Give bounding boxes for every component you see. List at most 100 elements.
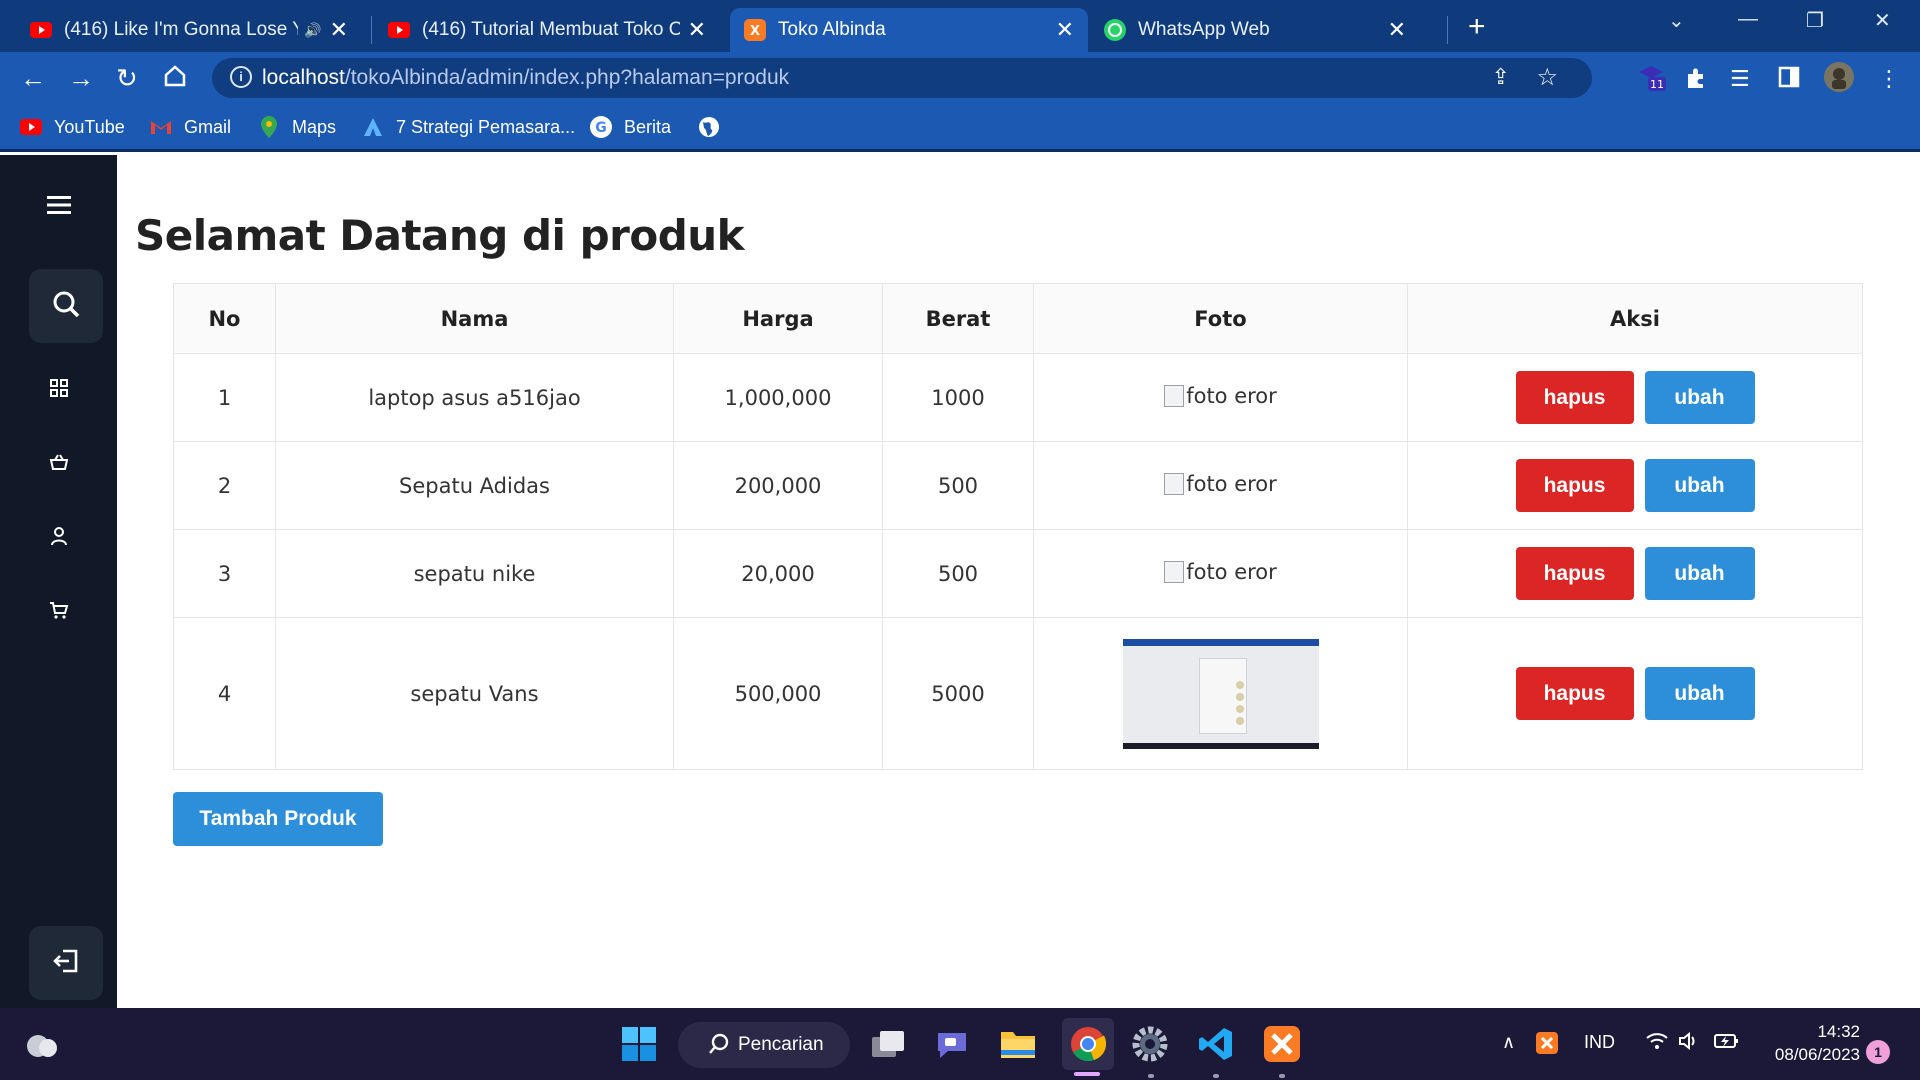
bookmark-gmail[interactable]: Gmail [150,116,231,138]
forward-icon[interactable]: → [68,64,94,92]
edit-button[interactable]: ubah [1644,667,1755,720]
youtube-icon [30,19,52,41]
volume-icon[interactable] [1678,1031,1700,1055]
broken-image: foto eror [1164,560,1277,584]
back-icon[interactable]: ← [20,64,46,92]
tab-youtube-1[interactable]: (416) Like I'm Gonna Lose Yo 🔊 ✕ [16,8,362,52]
cell-berat: 500 [882,441,1034,530]
address-bar[interactable]: i localhost/tokoAlbinda/admin/index.php?… [212,58,1592,98]
table-row: 3 sepatu nike 20,000 500 foto eror hapus… [173,529,1863,618]
cell-nama: sepatu nike [275,529,674,618]
teams-chat-icon[interactable] [930,1022,974,1066]
language-indicator[interactable]: IND [1584,1032,1615,1053]
cell-nama: sepatu Vans [275,617,674,770]
tray-xampp-icon[interactable] [1536,1032,1558,1059]
start-windows-icon[interactable] [617,1022,661,1066]
tab-separator [371,16,372,44]
xampp-icon[interactable] [1260,1022,1304,1066]
minimize-icon[interactable]: — [1738,8,1758,31]
notification-badge[interactable]: 1 [1866,1040,1890,1064]
cart-icon[interactable] [0,595,117,625]
close-tab-icon[interactable]: ✕ [1388,17,1406,43]
image-alt-text: foto eror [1186,383,1277,408]
cell-no: 3 [173,529,276,618]
system-clock[interactable]: 14:32 08/06/2023 [1752,1020,1860,1066]
youtube-icon [20,116,42,138]
battery-charging-icon[interactable] [1714,1032,1740,1055]
basket-icon[interactable] [0,447,117,477]
taskbar-search[interactable]: Pencarian [678,1022,850,1068]
bookmark-globe[interactable] [698,116,732,138]
close-tab-icon[interactable]: ✕ [688,17,706,43]
main-content: Selamat Datang di produk No Nama Harga B… [117,155,1920,1008]
share-icon[interactable]: ⇪ [1492,64,1510,90]
edit-button[interactable]: ubah [1644,371,1755,424]
tray-chevron-up-icon[interactable]: ∧ [1502,1032,1515,1053]
grid-icon[interactable] [0,373,117,403]
vscode-icon[interactable] [1194,1022,1238,1066]
tab-youtube-2[interactable]: (416) Tutorial Membuat Toko Onl ✕ [374,8,720,52]
table-header-row: No Nama Harga Berat Foto Aksi [173,283,1863,354]
delete-button[interactable]: hapus [1515,667,1634,720]
url-host: localhost [262,66,345,89]
cell-foto: foto eror [1033,529,1408,618]
edit-button[interactable]: ubah [1644,459,1755,512]
whatsapp-icon [1104,19,1126,41]
cell-nama: Sepatu Adidas [275,441,674,530]
tab-toko-albinda[interactable]: X Toko Albinda ✕ [730,8,1088,52]
url-path: /tokoAlbinda/admin/index.php?halaman=pro… [344,66,790,89]
bookmark-star-icon[interactable]: ☆ [1536,63,1558,92]
column-header-harga: Harga [673,283,883,354]
close-tab-icon[interactable]: ✕ [330,17,348,43]
tab-strip: (416) Like I'm Gonna Lose Yo 🔊 ✕ (416) T… [0,0,1920,52]
tab-whatsapp[interactable]: WhatsApp Web ✕ [1090,8,1420,52]
cell-harga: 1,000,000 [673,353,883,442]
svg-text:G: G [595,120,607,136]
windows-taskbar: Pencarian ∧ IND 14:32 08/06/2023 1 [0,1008,1920,1080]
weather-icon[interactable] [20,1022,64,1066]
user-icon[interactable] [0,521,117,551]
wifi-icon[interactable] [1646,1032,1668,1055]
bookmark-youtube[interactable]: YouTube [20,116,125,138]
search-button[interactable] [29,269,103,343]
media-queue-icon[interactable]: ☰ [1730,66,1750,92]
extension-profile-icon[interactable]: 11 [1636,62,1666,98]
add-product-button[interactable]: Tambah Produk [173,792,383,846]
new-tab-button[interactable]: + [1468,10,1486,44]
menu-icon[interactable] [0,185,117,225]
home-icon[interactable] [164,64,186,93]
speaker-icon[interactable]: 🔊 [304,22,321,39]
logout-button[interactable] [29,926,103,1000]
table-row: 2 Sepatu Adidas 200,000 500 foto eror ha… [173,441,1863,530]
delete-button[interactable]: hapus [1515,547,1634,600]
bookmark-berita[interactable]: G Berita [590,116,671,138]
tab-search-chevron-icon[interactable]: ⌄ [1668,8,1685,33]
edit-button[interactable]: ubah [1644,547,1755,600]
avatar[interactable] [1824,62,1854,98]
close-window-icon[interactable]: ✕ [1874,8,1891,33]
cell-no: 4 [173,617,276,770]
settings-gear-icon[interactable] [1128,1022,1172,1066]
cell-foto: foto eror [1033,441,1408,530]
restore-icon[interactable]: ❐ [1806,8,1824,33]
reload-icon[interactable]: ↻ [116,64,138,92]
bookmark-maps[interactable]: Maps [258,116,336,138]
side-panel-icon[interactable] [1778,66,1800,94]
product-thumbnail [1122,638,1319,749]
tab-title: (416) Tutorial Membuat Toko Onl [422,19,680,40]
maps-icon [258,116,280,138]
cell-aksi: hapus ubah [1407,529,1863,618]
chrome-icon[interactable] [1062,1018,1114,1070]
task-view-icon[interactable] [866,1022,910,1066]
bookmark-strategi[interactable]: 7 Strategi Pemasara... [362,116,575,138]
delete-button[interactable]: hapus [1515,371,1634,424]
extensions-puzzle-icon[interactable] [1684,66,1708,96]
file-explorer-icon[interactable] [996,1022,1040,1066]
close-tab-icon[interactable]: ✕ [1056,17,1074,43]
broken-image-icon [1164,472,1185,495]
running-app-indicator [1148,1074,1154,1078]
delete-button[interactable]: hapus [1515,459,1634,512]
cell-aksi: hapus ubah [1407,617,1863,770]
browser-menu-icon[interactable]: ⋮ [1878,66,1900,92]
site-info-icon[interactable]: i [230,66,252,88]
